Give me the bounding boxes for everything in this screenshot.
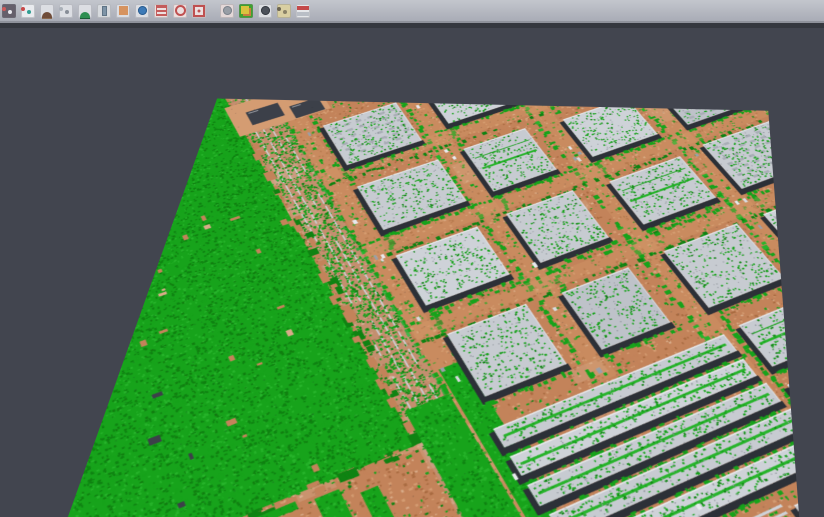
terrain-mesh-icon-glyph — [42, 12, 52, 18]
annotation-icon-glyph — [277, 7, 281, 11]
classification-colors-icon[interactable] — [239, 4, 253, 18]
dem-surface-icon-glyph — [80, 12, 90, 18]
open-project-icon-glyph — [2, 7, 6, 11]
point-cloud-icon[interactable] — [59, 4, 73, 18]
open-project-icon[interactable] — [2, 4, 16, 18]
texture-sphere-icon-glyph — [223, 6, 232, 15]
camera-capture-icon[interactable] — [258, 4, 272, 18]
delete-clear-icon[interactable] — [296, 4, 310, 18]
layer-list-icon-glyph — [156, 5, 167, 16]
cross-section-icon[interactable] — [97, 4, 111, 18]
cross-section-icon-glyph — [102, 6, 107, 16]
clipping-box-icon[interactable] — [116, 4, 130, 18]
clipping-box-icon-glyph — [119, 6, 128, 15]
toolbar — [0, 0, 824, 21]
layer-list-icon[interactable] — [154, 4, 168, 18]
align-points-icon-glyph — [21, 7, 25, 11]
crop-selection-icon-glyph — [193, 5, 205, 17]
classification-colors-icon-glyph — [241, 6, 249, 14]
point-cloud-render[interactable] — [48, 99, 806, 517]
terrain-mesh-icon[interactable] — [40, 4, 54, 18]
camera-capture-icon-glyph — [261, 6, 270, 15]
point-cloud-icon-glyph — [59, 7, 63, 11]
texture-sphere-icon[interactable] — [220, 4, 234, 18]
app-window: { "window": { "background": "#42454f", "… — [0, 0, 824, 517]
settings-gear-icon[interactable] — [173, 4, 187, 18]
globe-icon-glyph — [138, 6, 147, 15]
globe-icon[interactable] — [135, 4, 149, 18]
delete-clear-icon-glyph — [297, 6, 309, 10]
annotation-icon[interactable] — [277, 4, 291, 18]
dem-surface-icon[interactable] — [78, 4, 92, 18]
align-points-icon[interactable] — [21, 4, 35, 18]
settings-gear-icon-glyph — [175, 5, 186, 16]
viewport-3d[interactable] — [0, 28, 824, 517]
crop-selection-icon[interactable] — [192, 4, 206, 18]
